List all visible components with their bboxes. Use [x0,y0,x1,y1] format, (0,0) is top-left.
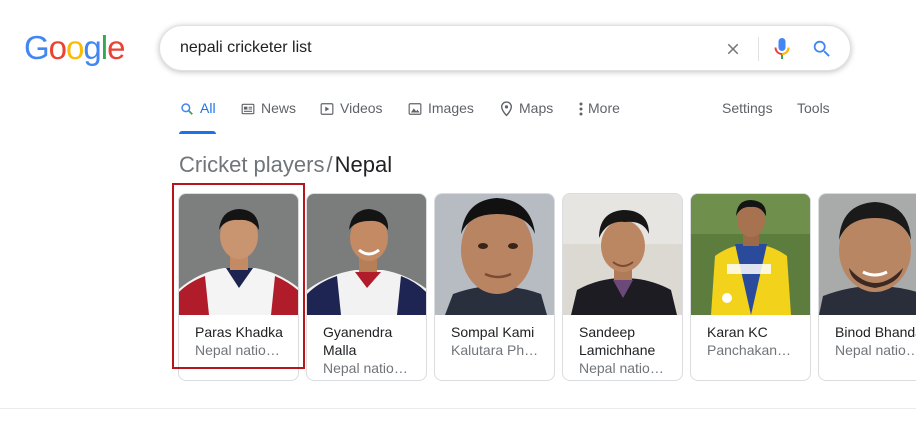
tab-label: Videos [340,100,383,116]
microphone-icon [774,38,790,59]
search-input[interactable] [180,26,700,70]
player-subtitle: Panchakan… [707,342,792,358]
player-card[interactable]: Binod Bhandari Nepal natio… [818,193,916,381]
player-name: Sompal Kami [451,324,535,340]
player-photo [691,194,810,315]
section-divider [0,408,916,409]
player-info: Paras Khadka Nepal natio… [195,323,295,359]
image-icon [407,101,423,117]
tab-label: News [261,100,297,116]
tab-maps[interactable]: Maps [498,98,553,134]
player-subtitle: Kalutara Ph… [451,342,539,358]
settings-link[interactable]: Settings [722,100,773,116]
heading-current: Nepal [334,152,393,177]
player-photo [819,194,916,315]
player-info: Gyanendra Malla Nepal natio… [323,323,423,377]
tab-more[interactable]: More [577,98,620,134]
logo-letter: e [107,29,125,66]
player-subtitle: Nepal natio… [195,342,280,358]
map-pin-icon [498,101,514,117]
logo-letter: g [83,29,101,66]
tab-label: All [200,100,216,116]
player-photo [179,194,298,315]
tab-videos[interactable]: Videos [319,98,383,134]
heading-separator: / [326,152,333,177]
heading-crumb[interactable]: Cricket players [179,152,324,177]
news-icon [240,101,256,117]
player-name: Sandeep Lamichhane [579,324,656,358]
player-photo [307,194,426,315]
tools-link[interactable]: Tools [797,100,830,116]
player-card[interactable]: Gyanendra Malla Nepal natio… [306,193,427,381]
logo-letter: o [66,29,84,66]
player-photo [435,194,554,315]
player-card[interactable]: Paras Khadka Nepal natio… [178,193,299,381]
logo-letter: o [48,29,67,66]
player-card[interactable]: Sandeep Lamichhane Nepal natio… [562,193,683,381]
google-logo[interactable]: Google [24,29,125,66]
tab-label: Images [428,100,474,116]
tab-label: Maps [519,100,554,116]
logo-letter: G [24,29,50,66]
player-info: Karan KC Panchakan… [707,323,807,359]
carousel-heading: Cricket players/Nepal [179,151,392,179]
voice-search-button[interactable] [770,36,794,62]
search-box [159,25,851,71]
player-name: Gyanendra Malla [323,324,393,358]
player-name: Karan KC [707,324,768,340]
video-icon [319,101,335,117]
tab-images[interactable]: Images [407,98,474,134]
tab-all[interactable]: All [179,98,216,134]
tab-label: More [588,100,620,116]
search-button[interactable] [809,36,835,62]
search-divider [758,37,759,61]
player-photo [563,194,682,315]
clear-search-button[interactable] [721,37,745,61]
more-vert-icon [577,101,585,117]
player-subtitle: Nepal natio… [579,360,664,376]
player-name: Binod Bhandari [835,324,916,340]
player-subtitle: Nepal natio… [323,360,408,376]
search-icon [813,40,830,57]
player-subtitle: Nepal natio… [835,342,916,358]
tab-news[interactable]: News [240,98,296,134]
player-info: Sompal Kami Kalutara Ph… [451,323,551,359]
player-name: Paras Khadka [195,324,283,340]
search-icon [179,101,195,117]
close-icon [727,43,739,55]
player-info: Binod Bhandari Nepal natio… [835,323,916,359]
player-card[interactable]: Karan KC Panchakan… [690,193,811,381]
player-info: Sandeep Lamichhane Nepal natio… [579,323,679,377]
player-card[interactable]: Sompal Kami Kalutara Ph… [434,193,555,381]
